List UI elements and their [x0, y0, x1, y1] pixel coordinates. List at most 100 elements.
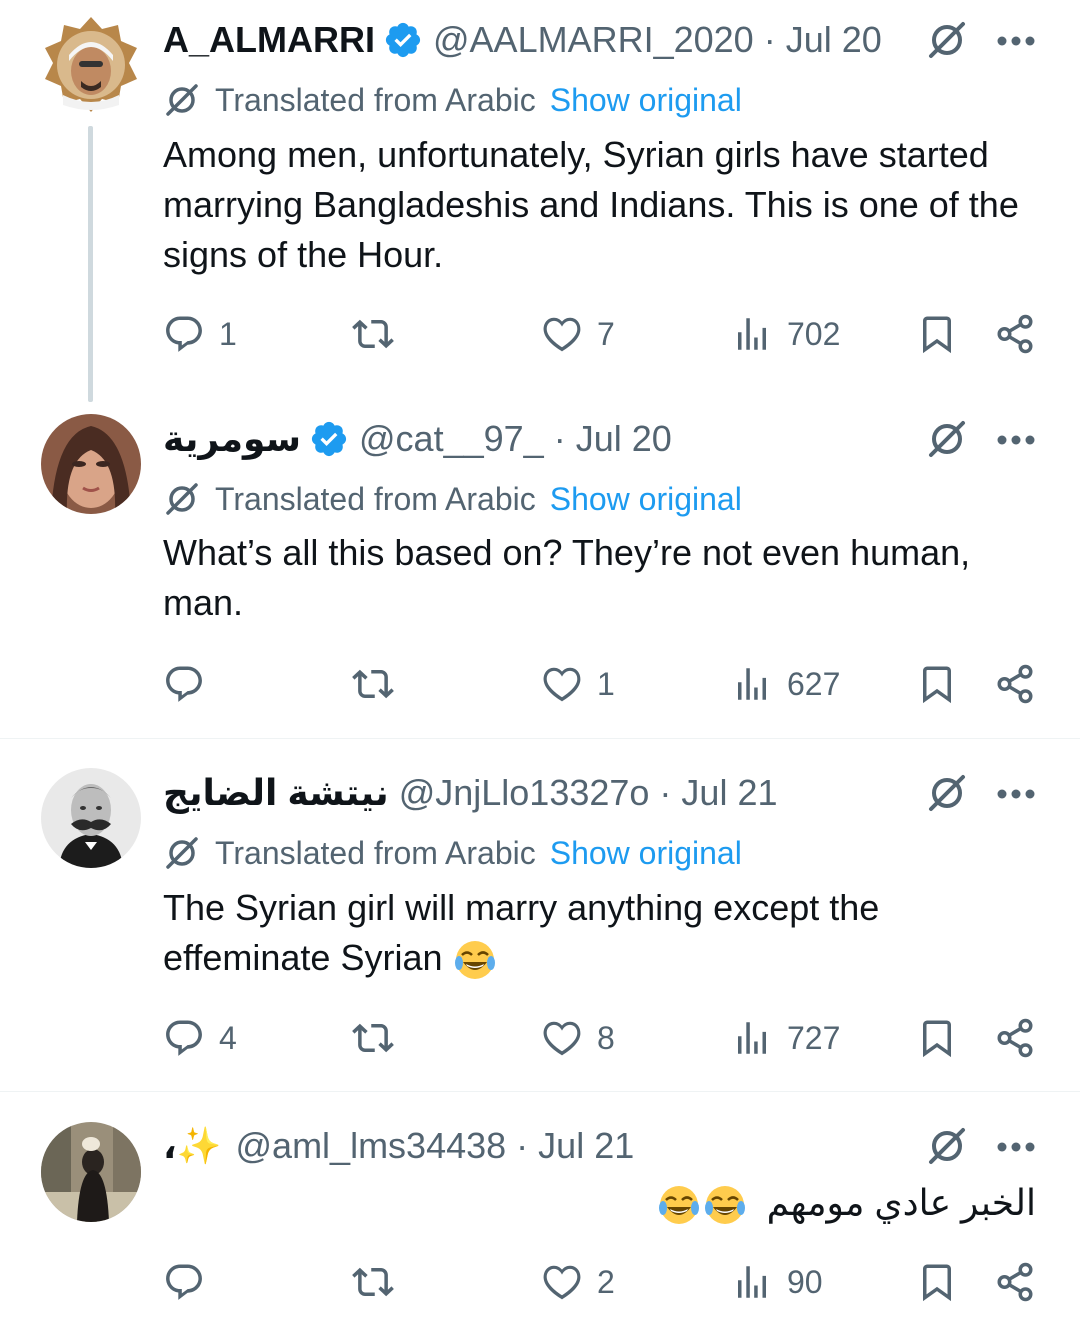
reply-count: 4: [219, 1019, 237, 1056]
reply-button[interactable]: 1: [163, 312, 237, 356]
views-count: 90: [787, 1263, 823, 1300]
separator: ·: [763, 19, 776, 60]
show-original-link[interactable]: Show original: [550, 82, 742, 119]
views-button[interactable]: 702: [731, 312, 840, 356]
like-count: 2: [597, 1263, 615, 1300]
handle[interactable]: @AALMARRI_2020: [433, 19, 754, 61]
views-count: 727: [787, 1019, 841, 1056]
show-original-link[interactable]: Show original: [550, 481, 742, 518]
date[interactable]: Jul 20: [786, 19, 882, 61]
translation-row: Translated from Arabic Show original: [163, 479, 742, 519]
display-name[interactable]: سومرية: [163, 418, 301, 460]
bookmark-icon: [916, 1017, 958, 1059]
handle[interactable]: @cat__97_: [359, 418, 544, 460]
tweet-body: The Syrian girl will marry anything exce…: [163, 883, 1043, 989]
translate-icon: [163, 834, 201, 872]
separator: ·: [516, 1125, 529, 1166]
bookmark-icon: [916, 313, 958, 355]
repost-icon: [352, 1017, 394, 1059]
repost-button[interactable]: [352, 662, 408, 706]
like-button[interactable]: 2: [541, 1260, 615, 1304]
display-name[interactable]: نيتشة الضايج: [163, 772, 389, 814]
share-button[interactable]: [994, 1260, 1036, 1304]
translate-icon: [163, 480, 201, 518]
avatar[interactable]: [41, 1122, 141, 1222]
views-button[interactable]: 727: [731, 1016, 840, 1060]
more-icon[interactable]: [996, 34, 1036, 46]
verified-icon: [383, 20, 423, 60]
repost-button[interactable]: [352, 1016, 408, 1060]
like-button[interactable]: 1: [541, 662, 615, 706]
share-button[interactable]: [994, 662, 1036, 706]
reply-button[interactable]: 4: [163, 1016, 237, 1060]
views-button[interactable]: 627: [731, 662, 840, 706]
translation-row: Translated from Arabic Show original: [163, 833, 742, 873]
more-icon[interactable]: [996, 433, 1036, 445]
bookmark-button[interactable]: [916, 662, 958, 706]
like-button[interactable]: 8: [541, 1016, 615, 1060]
verified-icon: [309, 419, 349, 459]
bookmark-button[interactable]: [916, 1016, 958, 1060]
date[interactable]: Jul 20: [576, 418, 672, 460]
reply-button[interactable]: [163, 1260, 219, 1304]
repost-button[interactable]: [352, 1260, 408, 1304]
face-with-tears-of-joy-emoji: 😂😂: [657, 1183, 747, 1234]
action-bar: 1 7 702: [0, 312, 1080, 356]
date[interactable]: Jul 21: [681, 772, 777, 814]
bookmark-button[interactable]: [916, 1260, 958, 1304]
display-name[interactable]: A_ALMARRI: [163, 19, 375, 61]
like-count: 7: [597, 315, 615, 352]
handle[interactable]: @aml_lms34438: [236, 1125, 507, 1167]
action-bar: 1 627: [0, 662, 1080, 706]
reply-button[interactable]: [163, 662, 219, 706]
translated-label: Translated from Arabic: [215, 834, 536, 871]
tweet-body: الخبر عادي مومهم 😂😂: [657, 1178, 1036, 1234]
avatar[interactable]: [41, 768, 141, 868]
handle[interactable]: @JnjLlo13327o: [399, 772, 650, 814]
date[interactable]: Jul 21: [538, 1125, 634, 1167]
share-icon: [994, 663, 1036, 705]
repost-icon: [352, 1261, 394, 1303]
like-icon: [541, 1261, 583, 1303]
views-icon: [731, 663, 773, 705]
more-icon[interactable]: [996, 787, 1036, 799]
like-count: 8: [597, 1019, 615, 1056]
translated-label: Translated from Arabic: [215, 81, 536, 118]
repost-icon: [352, 663, 394, 705]
show-original-link[interactable]: Show original: [550, 835, 742, 872]
translate-icon: [163, 81, 201, 119]
views-button[interactable]: 90: [731, 1260, 823, 1304]
tweet-text: Among men, unfortunately, Syrian girls h…: [163, 134, 1019, 275]
like-button[interactable]: 7: [541, 312, 615, 356]
more-icon[interactable]: [996, 1140, 1036, 1152]
display-name[interactable]: ،✨: [163, 1125, 222, 1167]
avatar[interactable]: [41, 15, 141, 115]
reply-icon: [163, 1261, 205, 1303]
repost-icon: [352, 313, 394, 355]
views-icon: [731, 1261, 773, 1303]
action-bar: 2 90: [0, 1260, 1080, 1304]
grok-icon[interactable]: [925, 771, 969, 815]
grok-icon[interactable]: [925, 18, 969, 62]
tweet-2[interactable]: سومرية @cat__97_ · Jul 20 Translated fro…: [0, 400, 1080, 738]
reply-count: 1: [219, 315, 237, 352]
grok-icon[interactable]: [925, 417, 969, 461]
translated-label: Translated from Arabic: [215, 480, 536, 517]
reply-icon: [163, 1017, 205, 1059]
repost-button[interactable]: [352, 312, 408, 356]
bookmark-icon: [916, 1261, 958, 1303]
bookmark-button[interactable]: [916, 312, 958, 356]
tweet-text: The Syrian girl will marry anything exce…: [163, 887, 880, 978]
share-icon: [994, 1261, 1036, 1303]
grok-icon[interactable]: [925, 1124, 969, 1168]
tweet-1[interactable]: A_ALMARRI @AALMARRI_2020 · Jul 20 Transl…: [0, 0, 1080, 402]
bookmark-icon: [916, 663, 958, 705]
reply-icon: [163, 313, 205, 355]
share-button[interactable]: [994, 1016, 1036, 1060]
share-icon: [994, 313, 1036, 355]
avatar[interactable]: [41, 414, 141, 514]
tweet-4[interactable]: ،✨ @aml_lms34438 · Jul 21 الخبر عادي موم…: [0, 1092, 1080, 1328]
share-button[interactable]: [994, 312, 1036, 356]
tweet-3[interactable]: نيتشة الضايج @JnjLlo13327o · Jul 21 Tran…: [0, 739, 1080, 1091]
share-icon: [994, 1017, 1036, 1059]
